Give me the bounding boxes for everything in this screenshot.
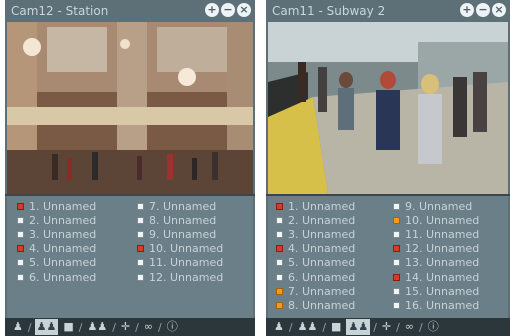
tab-cameras-icon[interactable]: ♟♟ bbox=[85, 319, 109, 335]
sensor-item[interactable]: 4. Unnamed bbox=[276, 242, 355, 256]
status-icon bbox=[393, 216, 400, 224]
status-icon bbox=[393, 273, 400, 281]
status-icon bbox=[137, 202, 144, 210]
sensor-item[interactable]: 16. Unnamed bbox=[393, 298, 479, 312]
status-icon bbox=[137, 230, 144, 238]
status-icon bbox=[276, 245, 283, 253]
sensor-item[interactable]: 12. Unnamed bbox=[137, 270, 223, 284]
sensor-item[interactable]: 3. Unnamed bbox=[17, 227, 96, 241]
tab-bar: ♟ / ♟♟ ■ / ♟♟ / ✛ / ∞ / ⓘ bbox=[5, 318, 255, 336]
sensor-item[interactable]: 8. Unnamed bbox=[276, 298, 355, 312]
status-icon bbox=[137, 245, 144, 253]
tab-group-icon[interactable]: ♟♟ bbox=[296, 319, 320, 335]
sensor-item[interactable]: 9. Unnamed bbox=[137, 227, 223, 241]
add-button[interactable]: + bbox=[460, 3, 474, 17]
status-icon bbox=[276, 287, 283, 295]
camera-video-feed[interactable] bbox=[7, 22, 253, 194]
sensor-item[interactable]: 10. Unnamed bbox=[137, 242, 223, 256]
status-icon bbox=[393, 230, 400, 238]
tab-info-icon[interactable]: ⓘ bbox=[426, 319, 441, 335]
tab-person-icon[interactable]: ♟ bbox=[11, 319, 25, 335]
status-icon bbox=[393, 245, 400, 253]
tab-move-icon[interactable]: ✛ bbox=[119, 319, 132, 335]
status-icon bbox=[17, 273, 24, 281]
sensor-item[interactable]: 14. Unnamed bbox=[393, 270, 479, 284]
panel-titlebar: Cam12 - Station + − × bbox=[5, 0, 255, 22]
panel-titlebar: Cam11 - Subway 2 + − × bbox=[266, 0, 510, 22]
tab-cameras-icon[interactable]: ♟♟ bbox=[346, 319, 371, 335]
add-button[interactable]: + bbox=[205, 3, 219, 17]
tab-info-icon[interactable]: ⓘ bbox=[165, 319, 180, 335]
status-icon bbox=[17, 245, 24, 253]
status-icon bbox=[276, 230, 283, 238]
tab-group-icon[interactable]: ♟♟ bbox=[34, 319, 59, 335]
sensor-column: 1. Unnamed 2. Unnamed 3. Unnamed 4. Unna… bbox=[276, 199, 355, 313]
station-scene-image bbox=[7, 22, 253, 194]
sensor-column: 9. Unnamed 10. Unnamed 11. Unnamed 12. U… bbox=[393, 199, 479, 313]
status-icon bbox=[17, 259, 24, 267]
tab-link-icon[interactable]: ∞ bbox=[142, 319, 155, 335]
camera-title: Cam11 - Subway 2 bbox=[272, 4, 386, 18]
sensor-item[interactable]: 7. Unnamed bbox=[137, 199, 223, 213]
camera-title: Cam12 - Station bbox=[11, 4, 109, 18]
window-buttons: + − × bbox=[460, 3, 506, 17]
close-button[interactable]: × bbox=[237, 3, 251, 17]
sensor-item[interactable]: 9. Unnamed bbox=[393, 199, 479, 213]
status-icon bbox=[137, 216, 144, 224]
sensor-item[interactable]: 12. Unnamed bbox=[393, 242, 479, 256]
sensor-list: 1. Unnamed 2. Unnamed 3. Unnamed 4. Unna… bbox=[7, 196, 253, 318]
tab-screen-icon[interactable]: ■ bbox=[329, 319, 343, 335]
sensor-item[interactable]: 13. Unnamed bbox=[393, 256, 479, 270]
camera-panel-station: Cam12 - Station + − × 1. Unnamed 2. Unna… bbox=[5, 0, 255, 336]
camera-panel-subway: Cam11 - Subway 2 + − × 1. Unnamed 2. Unn… bbox=[266, 0, 510, 336]
sensor-item[interactable]: 2. Unnamed bbox=[17, 213, 96, 227]
status-icon bbox=[393, 287, 400, 295]
status-icon bbox=[137, 259, 144, 267]
sensor-item[interactable]: 1. Unnamed bbox=[17, 199, 96, 213]
status-icon bbox=[276, 216, 283, 224]
camera-video-feed[interactable] bbox=[268, 22, 508, 194]
sensor-item[interactable]: 2. Unnamed bbox=[276, 213, 355, 227]
sensor-list: 1. Unnamed 2. Unnamed 3. Unnamed 4. Unna… bbox=[268, 196, 508, 318]
sensor-item[interactable]: 8. Unnamed bbox=[137, 213, 223, 227]
sensor-column: 7. Unnamed 8. Unnamed 9. Unnamed 10. Unn… bbox=[137, 199, 223, 284]
status-icon bbox=[393, 259, 400, 267]
sensor-item[interactable]: 5. Unnamed bbox=[17, 256, 96, 270]
sensor-item[interactable]: 11. Unnamed bbox=[137, 256, 223, 270]
tab-bar: ♟ / ♟♟ / ■ ♟♟ / ✛ / ∞ / ⓘ bbox=[266, 318, 510, 336]
sensor-item[interactable]: 6. Unnamed bbox=[17, 270, 96, 284]
sensor-item[interactable]: 5. Unnamed bbox=[276, 256, 355, 270]
status-icon bbox=[137, 273, 144, 281]
sensor-column: 1. Unnamed 2. Unnamed 3. Unnamed 4. Unna… bbox=[17, 199, 96, 284]
minimize-button[interactable]: − bbox=[221, 3, 235, 17]
sensor-item[interactable]: 1. Unnamed bbox=[276, 199, 355, 213]
tab-link-icon[interactable]: ∞ bbox=[403, 319, 416, 335]
status-icon bbox=[17, 216, 24, 224]
tab-move-icon[interactable]: ✛ bbox=[380, 319, 393, 335]
window-buttons: + − × bbox=[205, 3, 251, 17]
status-icon bbox=[393, 202, 400, 210]
sensor-item[interactable]: 11. Unnamed bbox=[393, 227, 479, 241]
status-icon bbox=[276, 273, 283, 281]
sensor-item[interactable]: 3. Unnamed bbox=[276, 227, 355, 241]
sensor-item[interactable]: 6. Unnamed bbox=[276, 270, 355, 284]
close-button[interactable]: × bbox=[492, 3, 506, 17]
subway-scene-image bbox=[268, 22, 508, 194]
sensor-item[interactable]: 10. Unnamed bbox=[393, 213, 479, 227]
sensor-item[interactable]: 7. Unnamed bbox=[276, 284, 355, 298]
sensor-item[interactable]: 15. Unnamed bbox=[393, 284, 479, 298]
tab-screen-icon[interactable]: ■ bbox=[61, 319, 75, 335]
status-icon bbox=[17, 202, 24, 210]
tab-person-icon[interactable]: ♟ bbox=[272, 319, 286, 335]
status-icon bbox=[276, 259, 283, 267]
status-icon bbox=[276, 301, 283, 309]
status-icon bbox=[393, 301, 400, 309]
status-icon bbox=[17, 230, 24, 238]
status-icon bbox=[276, 202, 283, 210]
minimize-button[interactable]: − bbox=[476, 3, 490, 17]
sensor-item[interactable]: 4. Unnamed bbox=[17, 242, 96, 256]
